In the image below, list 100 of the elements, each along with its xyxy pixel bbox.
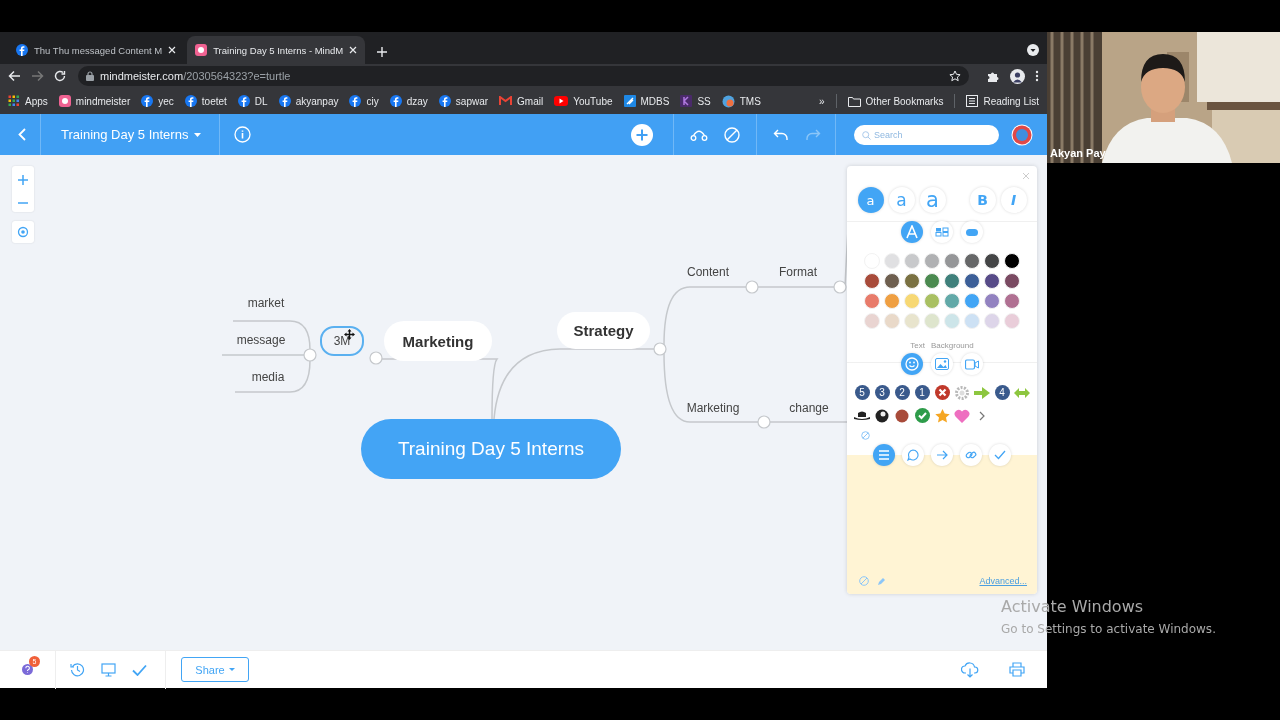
clear-format-icon[interactable] <box>724 126 740 143</box>
topic-label[interactable]: change <box>774 398 844 418</box>
bookmark-link[interactable]: mindmeister <box>75 95 131 107</box>
bookmark-link[interactable]: YouTube <box>573 95 613 107</box>
browser-tab[interactable]: Training Day 5 Interns - MindM <box>187 36 366 64</box>
color-swatch[interactable] <box>864 313 880 329</box>
cloud-download-icon[interactable] <box>961 661 979 678</box>
color-swatch[interactable] <box>944 293 960 309</box>
color-swatch[interactable] <box>884 293 900 309</box>
caret-icon[interactable] <box>194 132 202 137</box>
media-tab[interactable] <box>901 353 923 375</box>
heart-icon[interactable] <box>954 408 970 423</box>
connection-icon[interactable] <box>690 128 708 141</box>
reload-icon[interactable] <box>54 70 66 82</box>
bookmark-link[interactable]: akyanpay <box>295 95 339 107</box>
redo-icon[interactable] <box>805 128 821 141</box>
more-menu-icon[interactable] <box>1035 70 1039 82</box>
zoom-in-icon[interactable] <box>18 174 28 185</box>
bookmark-link[interactable]: sapwar <box>455 95 489 107</box>
branch-handle[interactable] <box>369 351 383 365</box>
media-tab[interactable] <box>961 353 983 375</box>
remove-icon[interactable] <box>861 431 870 440</box>
color-swatch[interactable] <box>944 313 960 329</box>
center-map-button[interactable] <box>12 221 34 243</box>
browser-tab[interactable]: Thu Thu messaged Content M <box>8 36 185 64</box>
attachment-tab[interactable] <box>873 444 895 466</box>
topic-node[interactable]: Strategy <box>557 312 650 349</box>
color-swatch[interactable] <box>904 293 920 309</box>
close-icon[interactable] <box>168 46 177 54</box>
number-icon[interactable]: 5 <box>854 385 870 400</box>
color-mode-button[interactable] <box>961 221 983 243</box>
bookmark-link[interactable]: Apps <box>25 95 48 107</box>
tab-search-icon[interactable] <box>1027 44 1039 56</box>
color-swatch[interactable] <box>964 293 980 309</box>
branch-handle[interactable] <box>303 348 317 362</box>
bookmark-link[interactable]: toetet <box>201 95 227 107</box>
color-swatch[interactable] <box>904 273 920 289</box>
pen-icon[interactable] <box>877 577 886 586</box>
topic-label[interactable]: media <box>233 367 303 387</box>
bookmark-star-icon[interactable] <box>949 70 961 82</box>
attachment-tab[interactable] <box>989 444 1011 466</box>
search-field[interactable]: Search <box>854 124 999 145</box>
undo-icon[interactable] <box>773 128 789 141</box>
color-swatch[interactable] <box>884 313 900 329</box>
color-swatch[interactable] <box>864 273 880 289</box>
bookmark-link[interactable]: MDBS <box>640 95 670 107</box>
history-icon[interactable] <box>70 662 85 677</box>
branch-handle[interactable] <box>745 280 759 294</box>
color-swatch[interactable] <box>984 253 1000 269</box>
color-swatch[interactable] <box>964 273 980 289</box>
color-swatch[interactable] <box>1004 313 1020 329</box>
color-swatch[interactable] <box>964 313 980 329</box>
color-swatch[interactable] <box>944 273 960 289</box>
color-swatch[interactable] <box>904 253 920 269</box>
bookmark-link[interactable]: yec <box>158 95 174 107</box>
color-swatch[interactable] <box>864 293 880 309</box>
user-avatar-icon[interactable] <box>1011 123 1033 146</box>
media-tab[interactable] <box>931 353 953 375</box>
color-swatch[interactable] <box>964 253 980 269</box>
new-tab-icon[interactable] <box>376 46 389 58</box>
color-swatch[interactable] <box>1004 253 1020 269</box>
bookmark-link[interactable]: TMS <box>739 95 761 107</box>
bookmark-link[interactable]: ciy <box>366 95 379 107</box>
attachment-tab[interactable] <box>931 444 953 466</box>
attachment-tab[interactable] <box>902 444 924 466</box>
color-swatch[interactable] <box>924 253 940 269</box>
bookmark-link[interactable]: Gmail <box>517 95 544 107</box>
bookmark-link[interactable]: SS <box>697 95 711 107</box>
bookmarks-overflow[interactable]: » <box>819 95 825 107</box>
reading-list-link[interactable]: Reading List <box>983 95 1039 107</box>
ball-icon[interactable] <box>875 408 889 423</box>
print-icon[interactable] <box>1009 662 1025 677</box>
gear-icon[interactable] <box>955 385 969 400</box>
branch-handle[interactable] <box>833 280 847 294</box>
color-swatch[interactable] <box>984 273 1000 289</box>
hat-icon[interactable] <box>854 411 870 420</box>
number-icon[interactable]: 2 <box>894 385 910 400</box>
remove-icon[interactable] <box>859 576 869 586</box>
color-mode-button[interactable] <box>901 221 923 243</box>
color-swatch[interactable] <box>924 293 940 309</box>
topic-label[interactable]: Content <box>673 262 743 282</box>
add-topic-icon[interactable] <box>631 123 653 146</box>
color-swatch[interactable] <box>884 253 900 269</box>
topic-label[interactable]: market <box>231 293 301 313</box>
chevron-right-icon[interactable] <box>979 410 985 421</box>
check-icon[interactable] <box>132 663 147 676</box>
color-swatch[interactable] <box>944 253 960 269</box>
back-icon[interactable] <box>8 70 21 82</box>
color-swatch[interactable] <box>984 313 1000 329</box>
color-swatch[interactable] <box>1004 293 1020 309</box>
color-swatch[interactable] <box>984 293 1000 309</box>
address-bar[interactable]: mindmeister.com/2030564323?e=turtle <box>78 66 969 86</box>
number-icon[interactable]: 3 <box>874 385 890 400</box>
color-mode-button[interactable] <box>931 221 953 243</box>
dot-icon[interactable] <box>895 408 909 423</box>
help-icon[interactable] <box>22 664 33 675</box>
attachment-tab[interactable] <box>960 444 982 466</box>
check-circle-icon[interactable] <box>914 408 930 423</box>
branch-handle[interactable] <box>653 342 667 356</box>
star-icon[interactable] <box>934 408 950 423</box>
